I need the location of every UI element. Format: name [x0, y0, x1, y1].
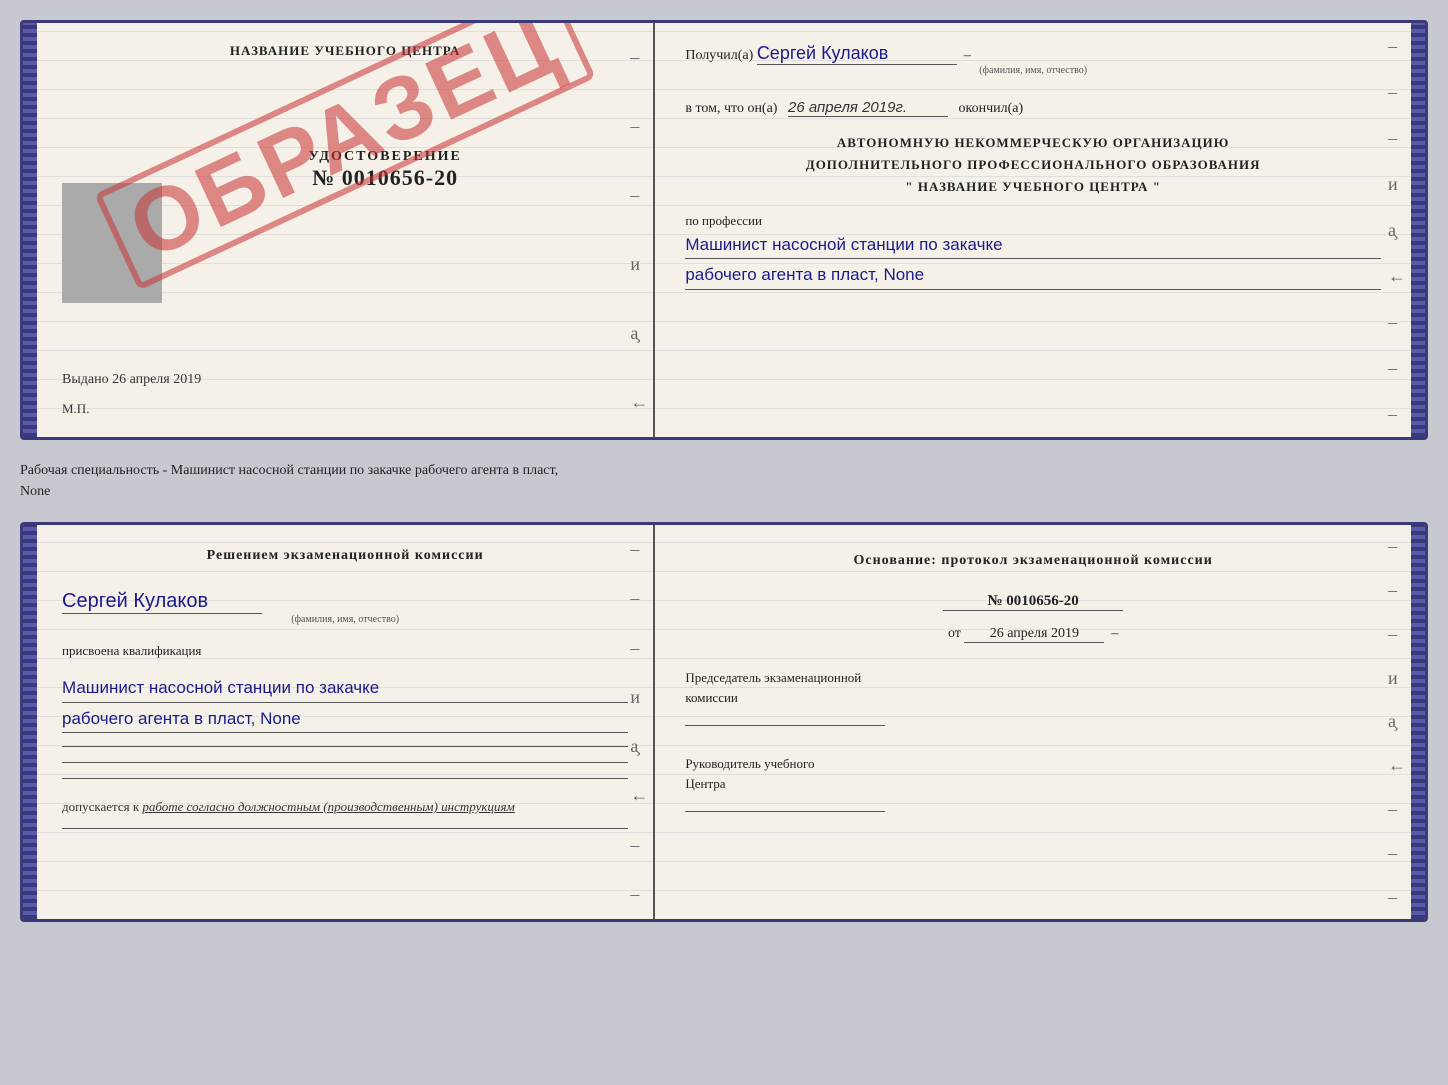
profession-line2-top: рабочего агента в пласт, None	[685, 261, 1381, 289]
protocol-num-block: № 0010656-20	[685, 592, 1381, 611]
right-dashes-left: –––иа̧←	[630, 23, 648, 437]
date-line: в том, что он(а) 26 апреля 2019г. окончи…	[685, 99, 1381, 117]
from-label: от	[948, 626, 961, 641]
right-ribbon-bottom	[1411, 525, 1425, 919]
right-dashes-right-top: –––иа̧←–––	[1388, 23, 1406, 437]
org-block: АВТОНОМНУЮ НЕКОММЕРЧЕСКУЮ ОРГАНИЗАЦИЮ ДО…	[685, 132, 1381, 198]
mp-line: М.П.	[62, 401, 628, 417]
udost-num: № 0010656-20	[142, 165, 628, 191]
photo-placeholder	[62, 183, 162, 303]
document-bottom: Решением экзаменационной комиссии Сергей…	[20, 522, 1428, 922]
udost-title: УДОСТОВЕРЕНИЕ	[142, 149, 628, 165]
udost-block: УДОСТОВЕРЕНИЕ № 0010656-20	[142, 149, 628, 191]
date-value: 26 апреля 2019г.	[788, 99, 948, 117]
fio-label-bottom: (фамилия, имя, отчество)	[62, 614, 628, 625]
profession-line1-top: Машинист насосной станции по закачке	[685, 231, 1381, 259]
vydano-text: Выдано 26 апреля 2019	[62, 372, 201, 387]
between-text-line2: None	[20, 484, 50, 499]
right-panel-bottom: Основание: протокол экзаменационной коми…	[655, 525, 1411, 919]
received-name: Сергей Кулаков	[757, 43, 957, 65]
document-top: НАЗВАНИЕ УЧЕБНОГО ЦЕНТРА ОБРАЗЕЦ УДОСТОВ…	[20, 20, 1428, 440]
assigned-label: присвоена квалификация	[62, 643, 628, 659]
допускается-block: допускается к работе согласно должностны…	[62, 799, 628, 815]
between-text-line1: Рабочая специальность - Машинист насосно…	[20, 463, 558, 478]
from-date-block: от 26 апреля 2019 –	[685, 626, 1381, 643]
sig-line-1	[62, 746, 628, 747]
left-panel-top: НАЗВАНИЕ УЧЕБНОГО ЦЕНТРА ОБРАЗЕЦ УДОСТОВ…	[37, 23, 655, 437]
sig-line-3	[62, 778, 628, 779]
qual-line2: рабочего агента в пласт, None	[62, 705, 628, 733]
left-ribbon-bottom	[23, 525, 37, 919]
komissia-title: Решением экзаменационной комиссии	[62, 545, 628, 567]
chairman-label: Председатель экзаменационной комиссии	[685, 668, 1381, 707]
sig-line-4	[62, 828, 628, 829]
right-dashes-right-bottom: –––иа̧←–––	[1388, 525, 1406, 919]
right-panel-top: Получил(а) Сергей Кулаков – (фамилия, им…	[655, 23, 1411, 437]
rukovod-label: Руководитель учебного Центра	[685, 754, 1381, 793]
org-line2: ДОПОЛНИТЕЛЬНОГО ПРОФЕССИОНАЛЬНОГО ОБРАЗО…	[685, 154, 1381, 176]
chairman-sig-line	[685, 725, 885, 726]
допускается-label: допускается к	[62, 799, 139, 814]
profession-block-top: по профессии Машинист насосной станции п…	[685, 213, 1381, 289]
left-panel-bottom: Решением экзаменационной комиссии Сергей…	[37, 525, 655, 919]
qual-block: Машинист насосной станции по закачке раб…	[62, 672, 628, 732]
rukovod-block: Руководитель учебного Центра	[685, 754, 1381, 815]
rukovod-sig-line	[685, 811, 885, 812]
chairman-block: Председатель экзаменационной комиссии	[685, 668, 1381, 729]
center-title-top: НАЗВАНИЕ УЧЕБНОГО ЦЕНТРА	[62, 43, 628, 59]
received-label: Получил(а)	[685, 48, 753, 63]
date-suffix: окончил(а)	[958, 101, 1023, 116]
osnov-title: Основание: протокол экзаменационной коми…	[685, 550, 1381, 572]
from-date: 26 апреля 2019	[964, 626, 1104, 643]
org-line1: АВТОНОМНУЮ НЕКОММЕРЧЕСКУЮ ОРГАНИЗАЦИЮ	[685, 132, 1381, 154]
received-line: Получил(а) Сергей Кулаков – (фамилия, им…	[685, 43, 1381, 76]
vydano-line: Выдано 26 апреля 2019	[62, 372, 628, 393]
qual-line1: Машинист насосной станции по закачке	[62, 674, 628, 702]
right-dashes-left-bottom: –––иа̧←––	[630, 525, 648, 919]
left-ribbon	[23, 23, 37, 437]
name-block-bottom: Сергей Кулаков (фамилия, имя, отчество)	[62, 590, 628, 625]
fio-label-top: (фамилия, имя, отчество)	[685, 65, 1381, 76]
page-wrapper: НАЗВАНИЕ УЧЕБНОГО ЦЕНТРА ОБРАЗЕЦ УДОСТОВ…	[20, 20, 1428, 922]
date-label: в том, что он(а)	[685, 101, 777, 116]
name-handwritten-bottom: Сергей Кулаков	[62, 590, 262, 614]
sig-line-2	[62, 762, 628, 763]
profession-label-top: по профессии	[685, 213, 1381, 229]
org-line3: " НАЗВАНИЕ УЧЕБНОГО ЦЕНТРА "	[685, 176, 1381, 198]
between-text-block: Рабочая специальность - Машинист насосно…	[20, 452, 1428, 510]
right-ribbon-top	[1411, 23, 1425, 437]
protocol-num: № 0010656-20	[943, 593, 1123, 611]
допускается-value: работе согласно должностным (производств…	[142, 799, 514, 814]
